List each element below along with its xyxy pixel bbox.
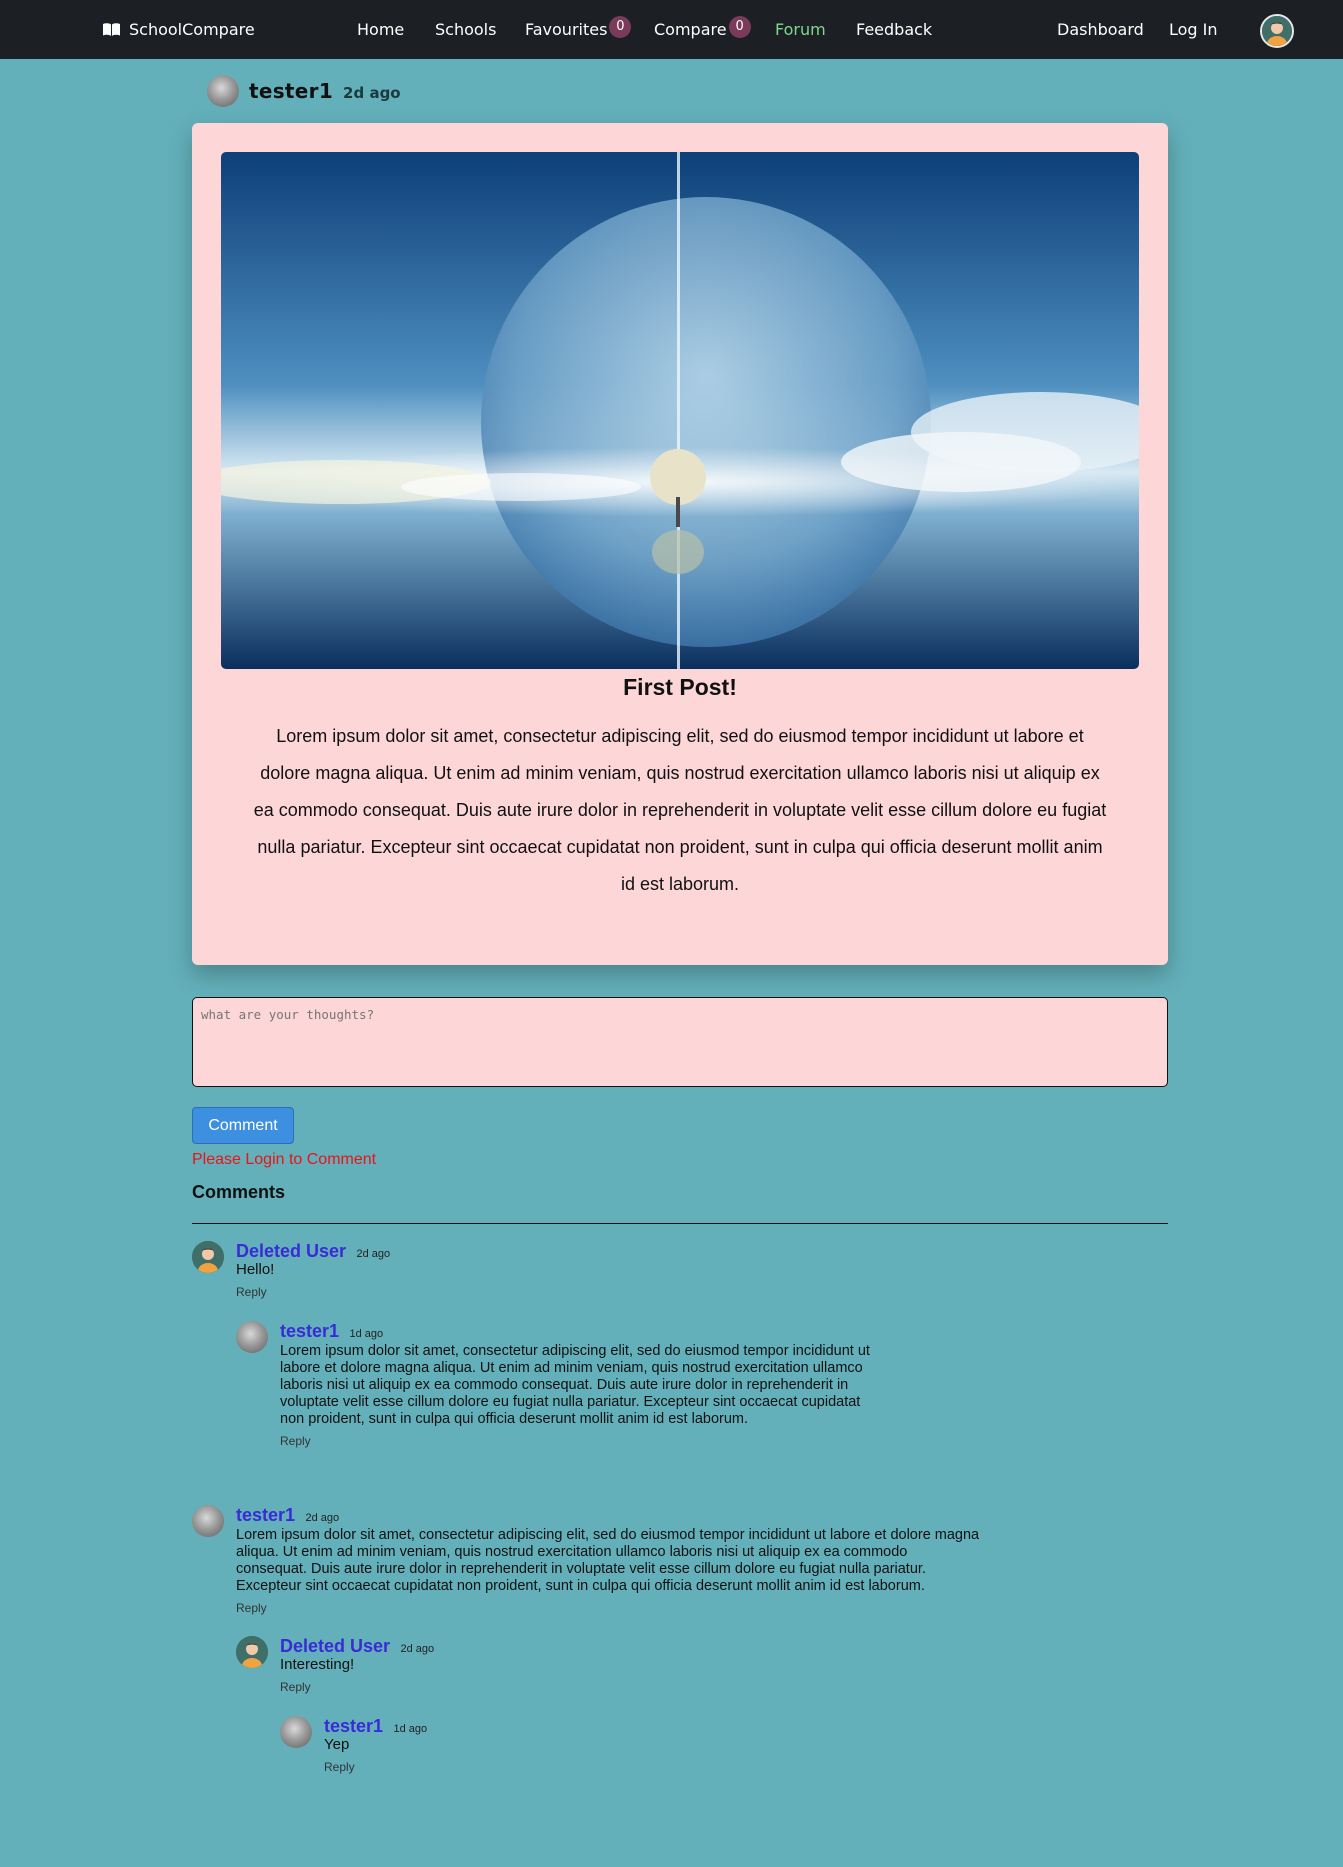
- nav-feedback[interactable]: Feedback: [856, 20, 932, 39]
- post-author: tester1 2d ago: [207, 75, 401, 107]
- commenter-avatar[interactable]: [192, 1505, 224, 1537]
- comments-heading: Comments: [192, 1182, 286, 1202]
- comment-line: aliqua. Ut enim ad minim veniam, quis no…: [236, 1544, 908, 1560]
- post-author-name[interactable]: tester1: [249, 79, 333, 103]
- comment-line: labore et dolore magna aliqua. Ut enim a…: [280, 1360, 863, 1376]
- comment: tester1 2d ago Lorem ipsum dolor sit ame…: [192, 1505, 1092, 1620]
- comment-text: Hello!: [236, 1261, 275, 1278]
- reply-link[interactable]: Reply: [324, 1760, 355, 1774]
- top-navbar: SchoolCompare Home Schools Favourites 0 …: [0, 0, 1343, 59]
- nav-login[interactable]: Log In: [1169, 20, 1218, 39]
- post-author-avatar[interactable]: [207, 75, 239, 107]
- comment-header: tester1 1d ago: [280, 1321, 383, 1342]
- comment-text: Yep: [324, 1736, 350, 1753]
- comment-timestamp: 2d ago: [305, 1512, 340, 1524]
- brand-link[interactable]: SchoolCompare: [102, 20, 255, 39]
- comment-text: Lorem ipsum dolor sit amet, consectetur …: [280, 1343, 870, 1428]
- comment-input[interactable]: [192, 997, 1168, 1087]
- comment-line: consequat. Duis aute irure dolor in repr…: [236, 1561, 926, 1577]
- comment: Deleted User 2d ago Hello! Reply: [192, 1241, 1092, 1301]
- comment-timestamp: 2d ago: [400, 1643, 435, 1655]
- comment-header: Deleted User 2d ago: [280, 1636, 434, 1657]
- comment-line: Excepteur sint occaecat cupidatat non pr…: [236, 1578, 925, 1594]
- book-icon: [102, 22, 121, 37]
- nav-favourites[interactable]: Favourites 0: [525, 16, 632, 39]
- brand-name: SchoolCompare: [129, 20, 255, 39]
- comment-line: Lorem ipsum dolor sit amet, consectetur …: [280, 1343, 870, 1359]
- commenter-name[interactable]: tester1: [324, 1716, 383, 1736]
- comment-timestamp: 1d ago: [393, 1723, 428, 1735]
- post-image: [221, 152, 1139, 669]
- nav-compare-label: Compare: [654, 20, 727, 39]
- comment-line: non proident, sunt in culpa qui officia …: [280, 1411, 749, 1427]
- comment-header: tester1 2d ago: [236, 1505, 339, 1526]
- nav-schools[interactable]: Schools: [435, 20, 496, 39]
- commenter-avatar[interactable]: [280, 1716, 312, 1748]
- comment-timestamp: 1d ago: [349, 1328, 384, 1340]
- comment-header: tester1 1d ago: [324, 1716, 427, 1737]
- commenter-avatar[interactable]: [192, 1241, 224, 1273]
- commenter-avatar[interactable]: [236, 1636, 268, 1668]
- comment-text: Lorem ipsum dolor sit amet, consectetur …: [236, 1527, 979, 1595]
- commenter-avatar[interactable]: [236, 1321, 268, 1353]
- comment-text: Interesting!: [280, 1656, 355, 1673]
- commenter-name[interactable]: Deleted User: [236, 1241, 346, 1261]
- nav-favourites-label: Favourites: [525, 20, 608, 39]
- nav-compare[interactable]: Compare 0: [654, 16, 751, 39]
- comment-button[interactable]: Comment: [192, 1107, 294, 1144]
- nav-home[interactable]: Home: [357, 20, 404, 39]
- user-avatar[interactable]: [1260, 14, 1294, 48]
- favourites-count-badge: 0: [609, 16, 632, 38]
- commenter-name[interactable]: tester1: [236, 1505, 295, 1525]
- reply-link[interactable]: Reply: [280, 1434, 311, 1448]
- commenter-name[interactable]: Deleted User: [280, 1636, 390, 1656]
- login-required-message: Please Login to Comment: [192, 1151, 377, 1168]
- comment-line: laboris nisi ut aliquip ex ea commodo co…: [280, 1377, 849, 1393]
- nav-dashboard[interactable]: Dashboard: [1057, 20, 1144, 39]
- comments-divider: [192, 1223, 1168, 1224]
- reply-link[interactable]: Reply: [236, 1285, 267, 1299]
- post-title: First Post!: [623, 674, 737, 700]
- compare-count-badge: 0: [728, 16, 751, 38]
- post-timestamp: 2d ago: [343, 84, 401, 102]
- comment-header: Deleted User 2d ago: [236, 1241, 390, 1262]
- comment-reply: tester1 1d ago Yep Reply: [280, 1716, 780, 1776]
- reply-link[interactable]: Reply: [236, 1601, 267, 1615]
- nav-forum[interactable]: Forum: [775, 20, 826, 39]
- post-card: First Post! Lorem ipsum dolor sit amet, …: [192, 123, 1168, 965]
- comment-line: voluptate velit esse cillum dolore eu fu…: [280, 1394, 861, 1410]
- comment-timestamp: 2d ago: [356, 1248, 391, 1260]
- comment-reply: tester1 1d ago Lorem ipsum dolor sit ame…: [236, 1321, 936, 1451]
- comment-reply: Deleted User 2d ago Interesting! Reply: [236, 1636, 836, 1696]
- post-body: Lorem ipsum dolor sit amet, consectetur …: [253, 726, 1107, 894]
- commenter-name[interactable]: tester1: [280, 1321, 339, 1341]
- reply-link[interactable]: Reply: [280, 1680, 311, 1694]
- comment-line: Lorem ipsum dolor sit amet, consectetur …: [236, 1527, 980, 1543]
